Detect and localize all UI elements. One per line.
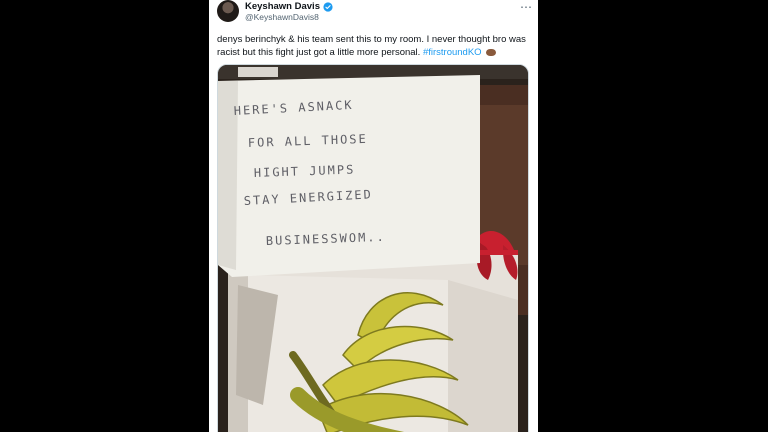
peanuts-emoji-icon: [486, 48, 497, 56]
handwritten-note: HERE'S ASNACK FOR ALL THOSE HIGHT JUMPS …: [218, 75, 480, 277]
verified-badge-icon: [323, 1, 333, 12]
photo-illustration: HERE'S ASNACK FOR ALL THOSE HIGHT JUMPS …: [218, 65, 528, 432]
author-display-name[interactable]: Keyshawn Davis: [245, 1, 320, 12]
tweet-card: Keyshawn Davis @KeyshawnDavis8 ⋯ denys b…: [209, 0, 538, 432]
tweet-photo[interactable]: HERE'S ASNACK FOR ALL THOSE HIGHT JUMPS …: [217, 64, 529, 432]
tweet-header: Keyshawn Davis @KeyshawnDavis8 ⋯: [217, 0, 532, 24]
hashtag-link[interactable]: #firstroundKO: [423, 47, 482, 58]
avatar[interactable]: [217, 0, 239, 22]
author-handle[interactable]: @KeyshawnDavis8: [245, 12, 319, 22]
author-name-row[interactable]: Keyshawn Davis: [245, 1, 333, 12]
tweet-text: denys berinchyk & his team sent this to …: [217, 33, 531, 59]
more-options-icon[interactable]: ⋯: [520, 0, 532, 14]
